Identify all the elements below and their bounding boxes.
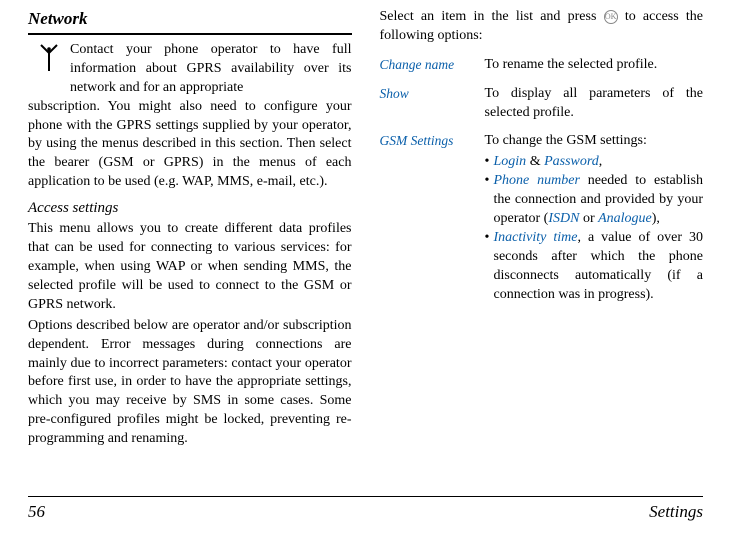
access-settings-p1: This menu allows you to create different… bbox=[28, 220, 352, 314]
antenna-icon bbox=[28, 41, 70, 71]
inactivity-label: Inactivity time bbox=[494, 230, 578, 245]
gsm-def-text: To change the GSM settings: bbox=[485, 133, 647, 148]
b1-tail: , bbox=[599, 154, 603, 169]
term-show: Show bbox=[380, 85, 475, 103]
row-gsm-settings: GSM Settings To change the GSM settings:… bbox=[380, 132, 704, 304]
bullet-inactivity: Inactivity time, a value of over 30 seco… bbox=[485, 229, 704, 305]
login-label: Login bbox=[494, 154, 527, 169]
term-change-name: Change name bbox=[380, 56, 475, 74]
term-gsm-settings: GSM Settings bbox=[380, 132, 475, 150]
options-intro: Select an item in the list and press OK … bbox=[380, 8, 704, 46]
network-intro-indent: Contact your phone operator to have full… bbox=[70, 41, 352, 98]
section-name: Settings bbox=[649, 501, 703, 524]
def-gsm-settings: To change the GSM settings: Login & Pass… bbox=[485, 132, 704, 304]
row-show: Show To display all parameters of the se… bbox=[380, 85, 704, 123]
network-heading: Network bbox=[28, 8, 352, 35]
network-intro-rest: subscription. You might also need to con… bbox=[28, 98, 352, 192]
right-column: Select an item in the list and press OK … bbox=[380, 8, 704, 488]
access-settings-heading: Access settings bbox=[28, 198, 352, 218]
page-number: 56 bbox=[28, 501, 45, 524]
amp-text: & bbox=[526, 154, 544, 169]
isdn-label: ISDN bbox=[548, 211, 579, 226]
or-text: or bbox=[579, 211, 598, 226]
def-change-name: To rename the selected profile. bbox=[485, 56, 704, 75]
bullet-login: Login & Password, bbox=[485, 153, 704, 172]
analogue-label: Analogue bbox=[598, 211, 652, 226]
row-change-name: Change name To rename the selected profi… bbox=[380, 56, 704, 75]
phone-number-label: Phone number bbox=[494, 173, 580, 188]
ok-icon: OK bbox=[604, 10, 618, 24]
password-label: Password bbox=[544, 154, 599, 169]
left-column: Network Contact your phone operator to h… bbox=[28, 8, 352, 488]
page-footer: 56 Settings bbox=[28, 496, 703, 524]
access-settings-p2: Options described below are operator and… bbox=[28, 317, 352, 449]
b2-tail: ), bbox=[652, 211, 660, 226]
def-show: To display all parameters of the selecte… bbox=[485, 85, 704, 123]
intro-text-a: Select an item in the list and press bbox=[380, 9, 604, 24]
bullet-phone: Phone number needed to establish the con… bbox=[485, 172, 704, 229]
